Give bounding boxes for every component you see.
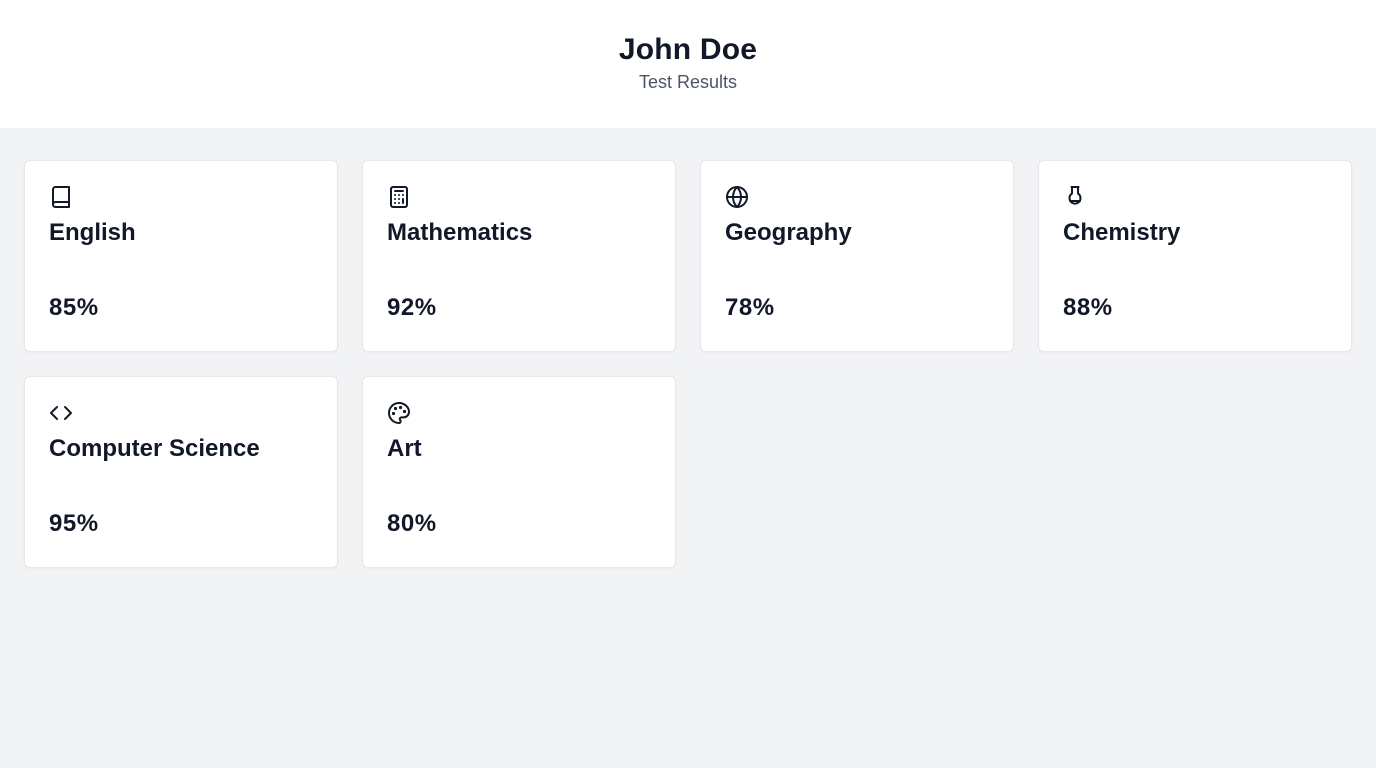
palette-icon	[387, 401, 411, 425]
code-icon	[49, 401, 73, 425]
subject-label: Chemistry	[1063, 219, 1181, 246]
globe-icon	[725, 185, 749, 209]
subject-card-art: Art 80%	[362, 376, 676, 568]
subject-card-english: English 85%	[24, 160, 338, 352]
subject-label: Mathematics	[387, 219, 533, 246]
subject-card-computer-science: Computer Science 95%	[24, 376, 338, 568]
subject-score: 95%	[49, 510, 99, 537]
subject-score: 78%	[725, 294, 775, 321]
book-icon	[49, 185, 73, 209]
student-name: John Doe	[618, 33, 758, 66]
subject-score: 85%	[49, 294, 99, 321]
subject-card-mathematics: Mathematics 92%	[362, 160, 676, 352]
page-header: John Doe Test Results	[0, 0, 1376, 128]
subject-label: Art	[387, 435, 422, 462]
calculator-icon	[387, 185, 411, 209]
subject-score: 80%	[387, 510, 437, 537]
subject-card-geography: Geography 78%	[700, 160, 1014, 352]
subject-label: Computer Science	[49, 435, 260, 462]
subject-score: 88%	[1063, 294, 1113, 321]
subject-card-chemistry: Chemistry 88%	[1038, 160, 1352, 352]
page-subtitle: Test Results	[638, 72, 738, 92]
results-grid: English 85% Mathematics 92% Geography 78…	[0, 128, 1376, 568]
subject-label: Geography	[725, 219, 852, 246]
subject-label: English	[49, 219, 136, 246]
subject-score: 92%	[387, 294, 437, 321]
flask-icon	[1063, 185, 1087, 209]
